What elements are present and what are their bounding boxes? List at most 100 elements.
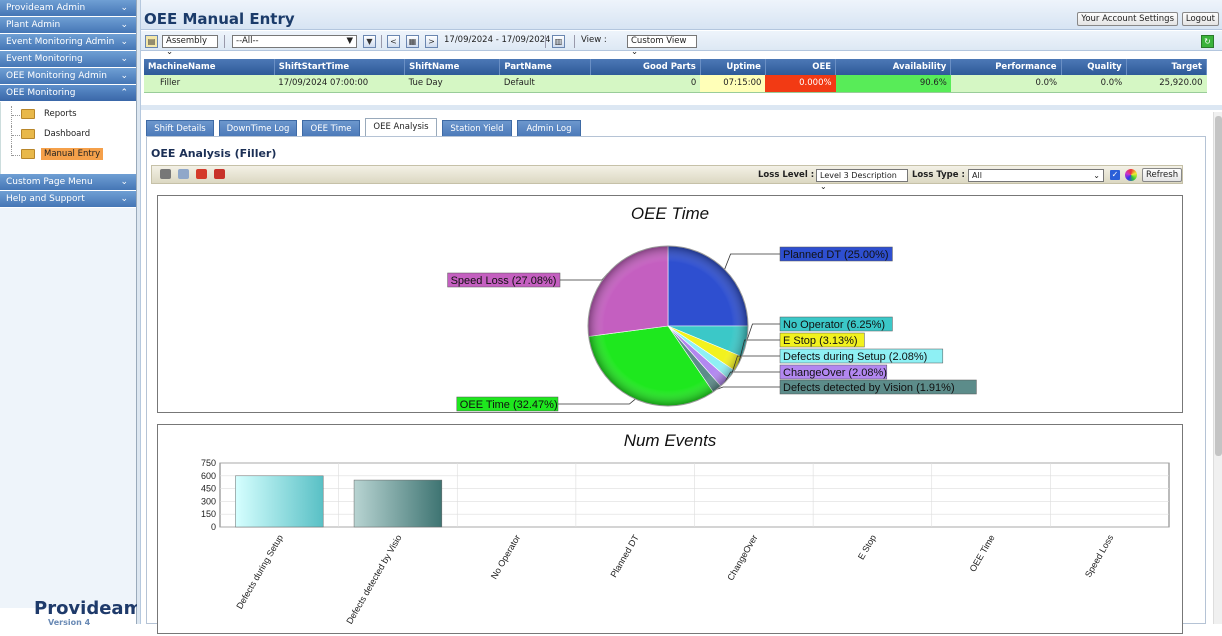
slice-label: Defects during Setup (2.08%) xyxy=(783,351,927,363)
menu-provideam-admin[interactable]: Provideam Admin ⌄ xyxy=(0,0,136,16)
refresh-button[interactable]: Refresh xyxy=(1142,168,1183,182)
column-header[interactable]: Uptime xyxy=(700,59,766,75)
tab-station-yield[interactable]: Station Yield xyxy=(442,120,512,137)
column-header[interactable]: Availability xyxy=(835,59,952,75)
sidebar-item-dashboard[interactable]: Dashboard xyxy=(9,126,136,146)
column-header[interactable]: ShiftStartTime xyxy=(274,59,406,75)
menu-help-and-support[interactable]: Help and Support ⌄ xyxy=(0,191,136,207)
slice-label: No Operator (6.25%) xyxy=(783,319,885,331)
pie-chart-box: OEE Time Planned DT (25.00%) No Operator … xyxy=(157,195,1183,413)
table-cell: 07:15:00 xyxy=(700,75,766,93)
menu-label: Help and Support xyxy=(6,194,85,204)
sidebar: Provideam Admin ⌄ Plant Admin ⌄ Event Moni… xyxy=(0,0,142,627)
loss-type-value: All xyxy=(972,171,982,180)
slice-label: Defects detected by Vision (1.91%) xyxy=(783,382,955,394)
column-header[interactable]: ShiftName xyxy=(404,59,501,75)
refresh-icon[interactable]: ↻ xyxy=(1201,35,1214,48)
export-icon[interactable] xyxy=(178,169,189,179)
calendar-picker-icon[interactable]: ▦ xyxy=(406,35,419,48)
table-cell: 0.0% xyxy=(950,75,1062,93)
scrollbar-thumb[interactable] xyxy=(1215,116,1222,456)
menu-label: Event Monitoring xyxy=(6,54,83,64)
logout-button[interactable]: Logout xyxy=(1181,12,1219,26)
menu-custom-page-menu[interactable]: Custom Page Menu ⌄ xyxy=(0,174,136,190)
column-header[interactable]: Quality xyxy=(1061,59,1127,75)
view-label: View : xyxy=(581,35,607,45)
table-cell: 25,920.00 xyxy=(1126,75,1207,93)
chart-icon[interactable]: ▥ xyxy=(552,35,565,48)
sidebar-item-manual-entry[interactable]: Manual Entry xyxy=(9,146,136,166)
date-range: 17/09/2024 - 17/09/2024 xyxy=(444,35,551,45)
checkbox[interactable]: ✓ xyxy=(1110,170,1120,180)
loss-type-select[interactable]: All ⌄ xyxy=(968,169,1104,182)
table-cell: Tue Day xyxy=(404,75,500,93)
assembly-select[interactable]: Assembly ⌄ xyxy=(162,35,218,57)
x-tick-label: Defects detected by Visio xyxy=(344,533,403,626)
menu-oee-monitoring[interactable]: OEE Monitoring ⌃ xyxy=(0,85,136,101)
menu-event-monitoring[interactable]: Event Monitoring ⌄ xyxy=(0,51,136,67)
menu-plant-admin[interactable]: Plant Admin ⌄ xyxy=(0,17,136,33)
sidebar-background xyxy=(0,208,136,608)
menu-oee-monitoring-admin[interactable]: OEE Monitoring Admin ⌄ xyxy=(0,68,136,84)
prev-date-button[interactable]: < xyxy=(387,35,400,48)
bar-chart-box: Num Events 750 600 450 300 150 0 Defects durin… xyxy=(157,424,1183,634)
x-tick-label: Planned DT xyxy=(608,533,641,580)
loss-level-value: Level 3 Description xyxy=(820,171,897,180)
next-date-button[interactable]: > xyxy=(425,35,438,48)
tab-downtime-log[interactable]: DownTime Log xyxy=(219,120,297,137)
collapse-bar[interactable] xyxy=(141,105,1222,110)
leader-line xyxy=(746,323,780,342)
column-header[interactable]: PartName xyxy=(499,59,591,75)
table-cell: Filler xyxy=(144,75,275,93)
filter-icon[interactable]: ▼ xyxy=(363,35,376,48)
title-bar: OEE Manual Entry Your Account Settings L… xyxy=(141,0,1222,30)
chevron-up-icon: ⌃ xyxy=(120,88,128,98)
chevron-down-icon: ⌄ xyxy=(120,194,128,204)
csv-icon[interactable] xyxy=(196,169,207,179)
leader-line xyxy=(724,253,780,270)
menu-label: Plant Admin xyxy=(6,20,61,30)
sidebar-item-reports[interactable]: Reports xyxy=(9,106,136,126)
x-tick-label: Defects during Setup xyxy=(234,533,285,611)
vertical-scrollbar[interactable] xyxy=(1213,112,1222,624)
tab-oee-time[interactable]: OEE Time xyxy=(302,120,360,137)
chart-title: Num Events xyxy=(623,431,717,450)
column-header[interactable]: Good Parts xyxy=(590,59,701,75)
bar xyxy=(235,475,324,528)
analysis-panel: OEE Analysis (Filler) Loss Level : Level… xyxy=(146,136,1206,634)
y-tick-label: 450 xyxy=(201,484,216,494)
loss-level-label: Loss Level : xyxy=(758,170,815,180)
view-select[interactable]: Custom View ⌄ xyxy=(627,35,697,57)
column-header[interactable]: Target xyxy=(1126,59,1208,75)
x-tick-label: Speed Loss xyxy=(1083,533,1116,580)
x-tick-label: No Operator xyxy=(489,533,522,581)
column-header[interactable]: Performance xyxy=(950,59,1062,75)
loss-level-select[interactable]: Level 3 Description ⌄ xyxy=(816,169,908,191)
table-cell: 0.0% xyxy=(1061,75,1127,93)
column-header[interactable]: MachineName xyxy=(144,59,275,75)
menu-event-monitoring-admin[interactable]: Event Monitoring Admin ⌄ xyxy=(0,34,136,50)
tab-oee-analysis[interactable]: OEE Analysis xyxy=(365,118,437,137)
palette-icon[interactable] xyxy=(1125,169,1137,181)
table-row[interactable]: Filler 17/09/2024 07:00:00 Tue Day Default 0… xyxy=(144,75,1207,93)
column-header[interactable]: OEE xyxy=(765,59,837,75)
version-label: Version 4 xyxy=(48,618,91,627)
print-icon[interactable] xyxy=(160,169,171,179)
account-settings-button[interactable]: Your Account Settings xyxy=(1077,12,1178,26)
table-cell: Default xyxy=(499,75,591,93)
pdf-icon[interactable] xyxy=(214,169,225,179)
view-value: Custom View xyxy=(631,36,687,46)
chevron-down-icon: ⌄ xyxy=(120,20,128,30)
y-tick-label: 300 xyxy=(201,496,216,506)
tab-shift-details[interactable]: Shift Details xyxy=(146,120,214,137)
menu-label: OEE Monitoring xyxy=(6,88,76,98)
calendar-icon[interactable]: ▤ xyxy=(145,35,158,48)
leader-line xyxy=(560,272,609,281)
assembly-value: Assembly xyxy=(166,36,207,46)
filter-select[interactable]: --All-- ▼ xyxy=(232,35,357,48)
folder-icon xyxy=(21,109,35,119)
pie-shading xyxy=(588,246,748,406)
chevron-down-icon: ⌄ xyxy=(120,71,128,81)
tab-admin-log[interactable]: Admin Log xyxy=(517,120,581,137)
loss-type-label: Loss Type : xyxy=(912,170,965,180)
